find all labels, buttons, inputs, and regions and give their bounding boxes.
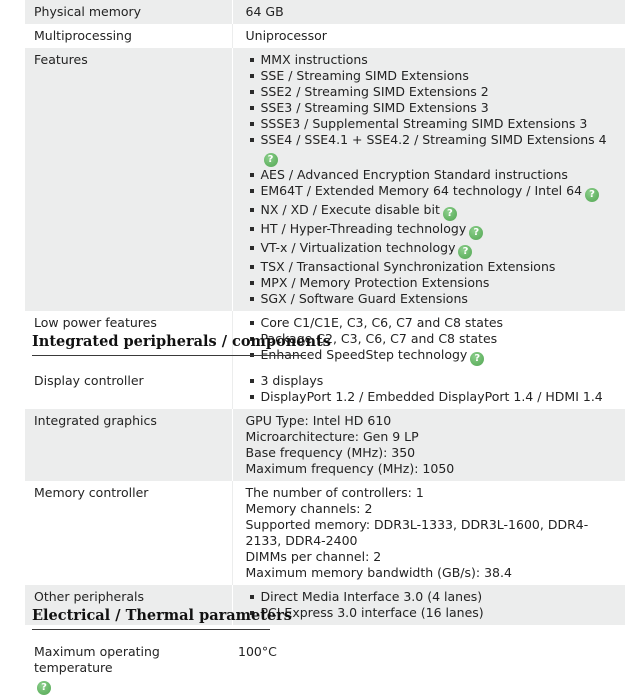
- value-lines: GPU Type: Intel HD 610 Microarchitecture:…: [246, 413, 618, 477]
- row-value: The number of controllers: 1 Memory chann…: [232, 481, 625, 585]
- value-list: MMX instructions SSE / Streaming SIMD Ext…: [246, 52, 618, 307]
- list-item: PCI Express 3.0 interface (16 lanes): [249, 605, 618, 621]
- table-row: Memory controller The number of controlle…: [25, 481, 625, 585]
- value-line: Memory channels: 2: [245, 501, 373, 516]
- help-question-icon[interactable]: ?: [470, 352, 485, 366]
- help-question-icon[interactable]: ?: [442, 207, 457, 221]
- row-key: Multiprocessing: [25, 24, 233, 48]
- table-row: Features MMX instructions SSE / Streaming …: [25, 48, 625, 311]
- value-line: The number of controllers: 1: [245, 485, 424, 500]
- table-row: Display controller 3 displays DisplayPort …: [25, 369, 625, 409]
- list-item: AES / Advanced Encryption Standard instr…: [249, 167, 618, 183]
- list-item: SGX / Software Guard Extensions: [249, 291, 618, 307]
- spec-table-general: Physical memory 64 GB Multiprocessing Unipr…: [25, 0, 625, 370]
- table-row: Multiprocessing Uniprocessor: [25, 24, 625, 48]
- row-key-label: Maximum operating temperature: [34, 644, 160, 675]
- list-item: EM64T / Extended Memory 64 technology / …: [249, 183, 618, 202]
- list-item: SSE4 / SSE4.1 + SSE4.2 / Streaming SIMD …: [249, 132, 618, 167]
- value-line: Supported memory: DDR3L-1333, DDR3L-1600…: [245, 517, 589, 548]
- table-row: Integrated graphics GPU Type: Intel HD 61…: [25, 409, 625, 481]
- table-row-max-operating-temperature: Maximum operating temperature ? 100°C: [25, 640, 625, 696]
- list-item: SSE3 / Streaming SIMD Extensions 3: [249, 100, 618, 116]
- row-value: 3 displays DisplayPort 1.2 / Embedded Dis…: [232, 369, 625, 409]
- help-question-icon[interactable]: ?: [263, 153, 278, 167]
- section-heading-electrical-thermal: Electrical / Thermal parameters: [32, 605, 292, 630]
- list-item: SSSE3 / Supplemental Streaming SIMD Exte…: [249, 116, 618, 132]
- list-item: 3 displays: [249, 373, 618, 389]
- help-question-icon[interactable]: ?: [469, 226, 484, 240]
- table-row: Physical memory 64 GB: [25, 0, 625, 24]
- row-key: Maximum operating temperature ?: [25, 640, 232, 696]
- row-key: Physical memory: [25, 0, 233, 24]
- list-item: MMX instructions: [249, 52, 618, 68]
- value-line: Maximum frequency (MHz): 1050: [245, 461, 455, 476]
- spec-table-electrical: Maximum operating temperature ? 100°C Th…: [25, 640, 625, 696]
- section-title: Integrated peripherals / components: [32, 333, 331, 350]
- value-line: Maximum memory bandwidth (GB/s): 38.4: [245, 565, 512, 580]
- row-key: Display controller: [25, 369, 233, 409]
- list-item: HT / Hyper-Threading technology?: [249, 221, 618, 240]
- row-value: GPU Type: Intel HD 610 Microarchitecture:…: [232, 409, 625, 481]
- row-value: Uniprocessor: [232, 24, 625, 48]
- section-rule: [32, 355, 306, 356]
- value-list: Direct Media Interface 3.0 (4 lanes) PCI …: [246, 589, 618, 621]
- row-key: Integrated graphics: [25, 409, 233, 481]
- row-key: Memory controller: [25, 481, 233, 585]
- section-rule: [32, 629, 270, 630]
- row-key: Features: [25, 48, 233, 311]
- list-item: MPX / Memory Protection Extensions: [249, 275, 618, 291]
- help-question-icon[interactable]: ?: [37, 681, 51, 695]
- value-lines: The number of controllers: 1 Memory chann…: [246, 485, 618, 581]
- list-item: Direct Media Interface 3.0 (4 lanes): [249, 589, 618, 605]
- list-item: SSE2 / Streaming SIMD Extensions 2: [249, 84, 618, 100]
- cpu-specification-page: 深圳创恒 · CPU 深圳创恒 · CPU Physical memory64 …: [0, 0, 639, 696]
- value-line: Microarchitecture: Gen 9 LP: [245, 429, 419, 444]
- list-item: VT-x / Virtualization technology?: [249, 240, 618, 259]
- value-list: 3 displays DisplayPort 1.2 / Embedded Dis…: [246, 373, 618, 405]
- list-item: Core C1/C1E, C3, C6, C7 and C8 states: [249, 315, 618, 331]
- row-value: MMX instructions SSE / Streaming SIMD Ext…: [232, 48, 625, 311]
- help-question-icon[interactable]: ?: [585, 188, 600, 202]
- help-question-icon[interactable]: ?: [458, 245, 473, 259]
- list-item: TSX / Transactional Synchronization Exte…: [249, 259, 618, 275]
- row-value: 64 GB: [232, 0, 625, 24]
- value-line: DIMMs per channel: 2: [245, 549, 382, 564]
- list-item: DisplayPort 1.2 / Embedded DisplayPort 1…: [249, 389, 618, 405]
- list-item: SSE / Streaming SIMD Extensions: [249, 68, 618, 84]
- value-line: GPU Type: Intel HD 610: [245, 413, 392, 428]
- section-title: Electrical / Thermal parameters: [32, 607, 292, 624]
- list-item: NX / XD / Execute disable bit?: [249, 202, 618, 221]
- section-heading-integrated-peripherals: Integrated peripherals / components: [32, 331, 331, 356]
- spec-table-peripherals: Display controller 3 displays DisplayPort …: [25, 369, 625, 625]
- row-value: 100°C: [232, 640, 625, 696]
- value-line: Base frequency (MHz): 350: [245, 445, 416, 460]
